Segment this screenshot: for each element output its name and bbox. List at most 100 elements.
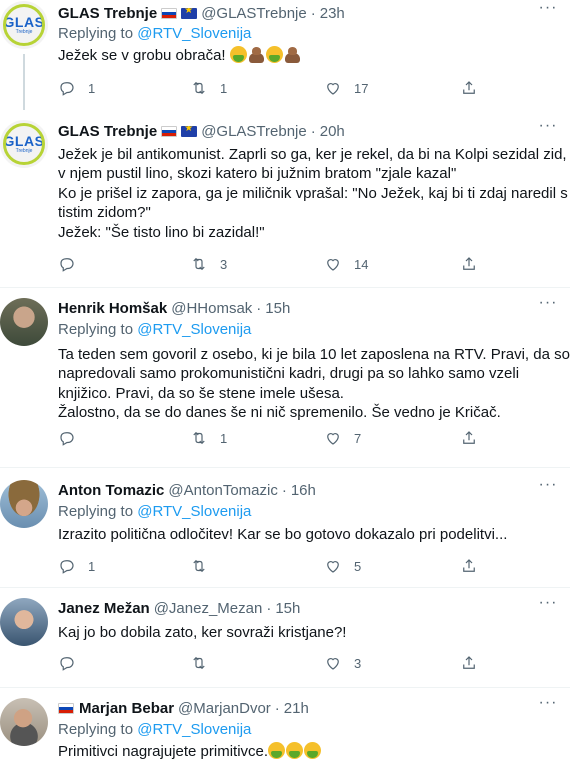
tweet[interactable]: Marjan Bebar @MarjanDvor · 21h ··· Reply… (0, 688, 570, 774)
author-handle[interactable]: @Janez_Mezan (154, 600, 263, 617)
separator-dot: · (274, 699, 280, 717)
heart-icon (327, 561, 339, 573)
author-handle[interactable]: @GLASTrebnje (201, 123, 307, 140)
tweet-line: tistim zidom?" (58, 204, 151, 222)
slovenia-flag-emoji (161, 125, 178, 137)
pile-of-poo-emoji (248, 46, 265, 63)
eu-flag-emoji (181, 125, 198, 137)
avatar[interactable] (0, 598, 48, 646)
share-button[interactable] (460, 78, 478, 98)
replying-to: Replying to @RTV_Slovenija (58, 321, 251, 338)
tweet-text: Ta teden sem govoril z osebo, ki je bila… (58, 345, 570, 423)
reply-count: 1 (88, 80, 96, 96)
reply-count: 1 (88, 558, 96, 574)
tweet[interactable]: Henrik Homšak @HHomsak · 15h ··· Replyin… (0, 288, 570, 468)
author-name[interactable]: Henrik Homšak (58, 300, 167, 317)
share-button[interactable] (460, 254, 478, 274)
tweet-time[interactable]: 21h (284, 700, 309, 717)
like-button[interactable]: 17 (324, 78, 368, 98)
author-handle[interactable]: @AntonTomazic (168, 482, 277, 499)
more-icon[interactable]: ··· (538, 595, 558, 617)
tweet[interactable]: Anton Tomazic @AntonTomazic · 16h ··· Re… (0, 468, 570, 588)
share-button[interactable] (460, 556, 478, 576)
replying-to: Replying to @RTV_Slovenija (58, 721, 251, 738)
more-icon[interactable]: ··· (538, 695, 558, 717)
avatar[interactable]: GLAS Trebnje (0, 1, 48, 49)
tweet-time[interactable]: 16h (291, 482, 316, 499)
retweet-count: 3 (220, 256, 228, 272)
tweet-line: Žalostno, da se do danes še ni nič sprem… (58, 404, 501, 422)
tweet-actions: 3 14 (58, 254, 498, 274)
tweet[interactable]: GLAS Trebnje GLAS Trebnje @GLASTrebnje ·… (0, 0, 570, 110)
reply-button[interactable] (58, 428, 88, 448)
share-button[interactable] (460, 428, 478, 448)
like-button[interactable]: 7 (324, 428, 361, 448)
more-icon[interactable]: ··· (538, 295, 558, 317)
like-count: 5 (354, 558, 362, 574)
replying-to-prefix: Replying to (58, 25, 138, 42)
tweet-text: Izrazito politična odločitev! Kar se bo … (58, 525, 558, 544)
more-icon[interactable]: ··· (538, 118, 558, 140)
replying-to-prefix: Replying to (58, 503, 138, 520)
reply-icon (60, 82, 74, 96)
retweet-button[interactable]: 3 (190, 254, 227, 274)
avatar[interactable] (0, 298, 48, 346)
share-icon (463, 656, 475, 669)
replying-to-mention[interactable]: @RTV_Slovenija (137, 321, 251, 338)
replying-to: Replying to @RTV_Slovenija (58, 503, 251, 520)
tweet-line: Ježek je bil antikomunist. Zaprli so ga,… (58, 146, 567, 163)
like-button[interactable]: 3 (324, 653, 361, 673)
tweet-time[interactable]: 15h (275, 600, 300, 617)
retweet-button[interactable] (190, 653, 220, 673)
retweet-count: 1 (220, 430, 228, 446)
retweet-button[interactable]: 1 (190, 428, 227, 448)
replying-to-mention[interactable]: @RTV_Slovenija (137, 503, 251, 520)
replying-to-mention[interactable]: @RTV_Slovenija (137, 25, 251, 42)
tweet-line: Ježek se v grobu obrača! (58, 47, 226, 64)
face-vomiting-emoji (268, 742, 286, 759)
tweet[interactable]: GLAS Trebnje GLAS Trebnje @GLASTrebnje ·… (0, 110, 570, 288)
share-icon (463, 559, 475, 572)
more-icon[interactable]: ··· (538, 0, 558, 22)
author-handle[interactable]: @HHomsak (171, 300, 252, 317)
share-icon (463, 81, 475, 94)
separator-dot: · (256, 299, 262, 317)
replying-to-mention[interactable]: @RTV_Slovenija (137, 721, 251, 738)
like-count: 7 (354, 430, 362, 446)
avatar[interactable] (0, 698, 48, 746)
share-button[interactable] (460, 653, 478, 673)
face-vomiting-emoji (286, 742, 304, 759)
like-count: 17 (354, 80, 369, 96)
author-name[interactable]: GLAS Trebnje (58, 5, 157, 22)
tweet-line: Ta teden sem govoril z osebo, ki je bila… (58, 346, 570, 363)
reply-button[interactable]: 1 (58, 556, 95, 576)
author-name[interactable]: GLAS Trebnje (58, 123, 157, 140)
tweet[interactable]: Janez Mežan @Janez_Mezan · 15h ··· Kaj j… (0, 588, 570, 688)
like-button[interactable]: 5 (324, 556, 361, 576)
tweet-time[interactable]: 20h (320, 123, 345, 140)
pile-of-poo-emoji (284, 46, 301, 63)
eu-flag-emoji (181, 7, 198, 19)
reply-button[interactable] (58, 254, 88, 274)
face-vomiting-emoji (265, 46, 283, 63)
author-name[interactable]: Janez Mežan (58, 600, 150, 617)
reply-button[interactable]: 1 (58, 78, 95, 98)
avatar[interactable]: GLAS Trebnje (0, 120, 48, 168)
author-name[interactable]: Marjan Bebar (79, 700, 174, 717)
more-icon[interactable]: ··· (538, 477, 558, 499)
reply-button[interactable] (58, 653, 88, 673)
retweet-button[interactable]: 1 (190, 78, 227, 98)
avatar[interactable] (0, 480, 48, 528)
retweet-icon (193, 559, 205, 573)
tweet-time[interactable]: 23h (320, 5, 345, 22)
tweet-time[interactable]: 15h (265, 300, 290, 317)
tweet-line: Primitivci nagrajujete primitivce. (58, 743, 269, 760)
replying-to: Replying to @RTV_Slovenija (58, 25, 251, 42)
retweet-button[interactable] (190, 556, 220, 576)
heart-icon (327, 433, 339, 445)
author-handle[interactable]: @MarjanDvor (178, 700, 271, 717)
author-name[interactable]: Anton Tomazic (58, 482, 164, 499)
author-handle[interactable]: @GLASTrebnje (201, 5, 307, 22)
slovenia-flag-emoji (161, 7, 178, 19)
like-button[interactable]: 14 (324, 254, 368, 274)
